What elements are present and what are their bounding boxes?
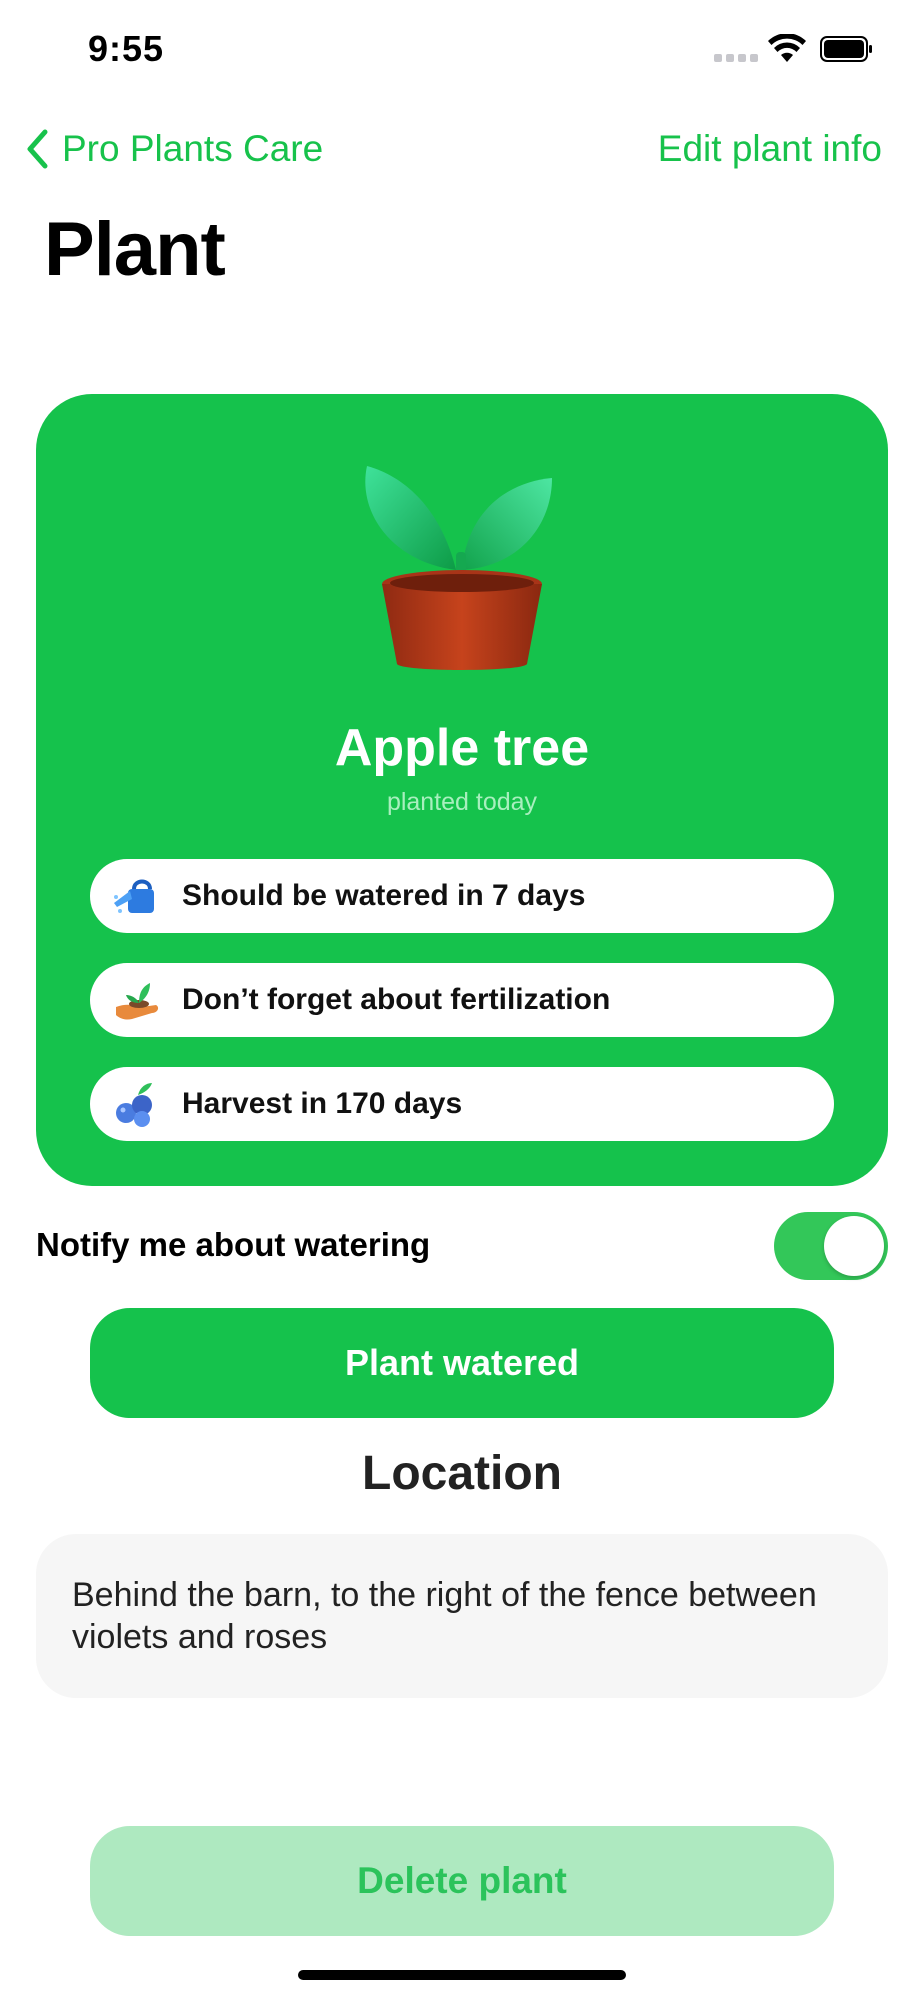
plant-watered-button[interactable]: Plant watered [90,1308,834,1418]
fertilization-info-pill: Don’t forget about fertilization [90,963,834,1037]
home-indicator [298,1970,626,1980]
watering-can-icon [114,879,154,913]
navigation-bar: Pro Plants Care Edit plant info [0,110,924,180]
planted-date: planted today [386,788,538,816]
back-button-label: Pro Plants Care [62,128,324,169]
edit-plant-info-button[interactable]: Edit plant info [658,128,882,170]
delete-plant-button[interactable]: Delete plant [90,1826,834,1936]
page-title: Plant [44,207,226,292]
battery-icon [820,36,872,62]
status-bar: 9:55 [0,0,924,100]
chevron-left-icon [27,129,48,169]
location-heading: Location [362,1447,562,1500]
notify-watering-label: Notify me about watering [36,1226,431,1263]
status-time: 9:55 [88,28,165,69]
plant-name: Apple tree [334,719,590,777]
notify-watering-toggle[interactable] [774,1212,888,1280]
wifi-icon [768,34,806,62]
back-button[interactable]: Pro Plants Care [26,128,323,170]
cellular-signal-icon [714,54,758,62]
location-text-field[interactable]: Behind the barn, to the right of the fen… [36,1534,888,1698]
harvest-info-pill: Harvest in 170 days [90,1067,834,1141]
fertilization-info-text: Don’t forget about fertilization [182,983,611,1016]
harvest-info-text: Harvest in 170 days [182,1087,463,1120]
fertilizer-icon [116,983,159,1020]
location-text: Behind the barn, to the right of the fen… [72,1576,817,1656]
harvest-icon [116,1083,152,1127]
potted-plant-icon [365,466,552,670]
watering-info-text: Should be watered in 7 days [182,879,586,912]
toggle-knob [824,1216,884,1276]
watering-info-pill: Should be watered in 7 days [90,859,834,933]
